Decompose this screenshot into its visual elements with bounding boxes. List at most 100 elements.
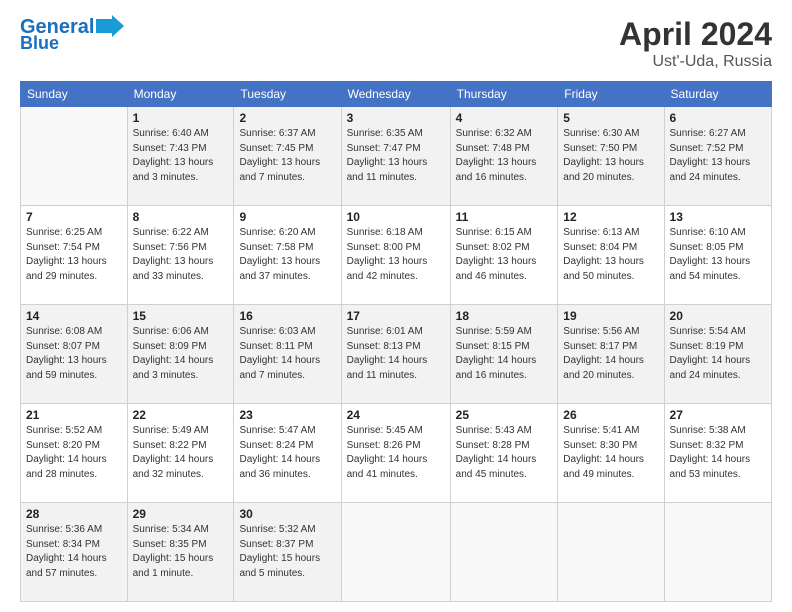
calendar-cell: 13 Sunrise: 6:10 AMSunset: 8:05 PMDayligh… — [664, 206, 771, 305]
day-number: 12 — [563, 210, 658, 224]
calendar-cell: 24 Sunrise: 5:45 AMSunset: 8:26 PMDayligh… — [341, 404, 450, 503]
calendar-cell: 17 Sunrise: 6:01 AMSunset: 8:13 PMDayligh… — [341, 305, 450, 404]
day-number: 22 — [133, 408, 229, 422]
day-number: 7 — [26, 210, 122, 224]
calendar-cell — [450, 503, 558, 602]
day-number: 14 — [26, 309, 122, 323]
day-info: Sunrise: 5:47 AMSunset: 8:24 PMDaylight:… — [239, 425, 320, 480]
day-number: 6 — [670, 111, 766, 125]
day-number: 21 — [26, 408, 122, 422]
day-header: Friday — [558, 82, 664, 107]
day-number: 2 — [239, 111, 335, 125]
day-header: Sunday — [21, 82, 128, 107]
day-number: 19 — [563, 309, 658, 323]
day-info: Sunrise: 5:59 AMSunset: 8:15 PMDaylight:… — [456, 326, 537, 381]
title-area: April 2024 Ust'-Uda, Russia — [619, 16, 772, 71]
day-info: Sunrise: 5:52 AMSunset: 8:20 PMDaylight:… — [26, 425, 107, 480]
calendar-cell: 9Sunrise: 6:20 AMSunset: 7:58 PMDaylight… — [234, 206, 341, 305]
calendar-cell: 8 Sunrise: 6:22 AMSunset: 7:56 PMDaylight… — [127, 206, 234, 305]
day-number: 1 — [133, 111, 229, 125]
calendar-cell: 15 Sunrise: 6:06 AMSunset: 8:09 PMDayligh… — [127, 305, 234, 404]
day-info: Sunrise: 6:10 AMSunset: 8:05 PMDaylight:… — [670, 227, 751, 282]
calendar-cell: 29 Sunrise: 5:34 AMSunset: 8:35 PMDayligh… — [127, 503, 234, 602]
day-number: 16 — [239, 309, 335, 323]
day-info: Sunrise: 6:37 AMSunset: 7:45 PMDaylight:… — [239, 128, 320, 183]
calendar-cell: 28 Sunrise: 5:36 AMSunset: 8:34 PMDayligh… — [21, 503, 128, 602]
day-header: Monday — [127, 82, 234, 107]
day-info: Sunrise: 6:15 AMSunset: 8:02 PMDaylight:… — [456, 227, 537, 282]
day-info: Sunrise: 5:49 AMSunset: 8:22 PMDaylight:… — [133, 425, 214, 480]
day-number: 15 — [133, 309, 229, 323]
calendar-cell: 11 Sunrise: 6:15 AMSunset: 8:02 PMDayligh… — [450, 206, 558, 305]
day-number: 25 — [456, 408, 553, 422]
day-info: Sunrise: 5:32 AMSunset: 8:37 PMDaylight:… — [239, 524, 320, 579]
logo-arrow-icon — [96, 15, 124, 37]
day-info: Sunrise: 5:54 AMSunset: 8:19 PMDaylight:… — [670, 326, 751, 381]
calendar-cell: 5 Sunrise: 6:30 AMSunset: 7:50 PMDaylight… — [558, 107, 664, 206]
day-number: 28 — [26, 507, 122, 521]
day-number: 13 — [670, 210, 766, 224]
day-info: Sunrise: 5:56 AMSunset: 8:17 PMDaylight:… — [563, 326, 644, 381]
day-number: 18 — [456, 309, 553, 323]
page: General Blue April 2024 Ust'-Uda, Russia… — [0, 0, 792, 612]
calendar-cell: 20 Sunrise: 5:54 AMSunset: 8:19 PMDayligh… — [664, 305, 771, 404]
day-info: Sunrise: 5:34 AMSunset: 8:35 PMDaylight:… — [133, 524, 214, 579]
calendar-cell — [21, 107, 128, 206]
calendar-cell: 26 Sunrise: 5:41 AMSunset: 8:30 PMDayligh… — [558, 404, 664, 503]
day-info: Sunrise: 5:45 AMSunset: 8:26 PMDaylight:… — [347, 425, 428, 480]
day-number: 8 — [133, 210, 229, 224]
day-info: Sunrise: 6:27 AMSunset: 7:52 PMDaylight:… — [670, 128, 751, 183]
calendar-cell: 6 Sunrise: 6:27 AMSunset: 7:52 PMDaylight… — [664, 107, 771, 206]
day-number: 27 — [670, 408, 766, 422]
day-info: Sunrise: 5:41 AMSunset: 8:30 PMDaylight:… — [563, 425, 644, 480]
day-info: Sunrise: 6:18 AMSunset: 8:00 PMDaylight:… — [347, 227, 428, 282]
calendar-cell: 3Sunrise: 6:35 AMSunset: 7:47 PMDaylight… — [341, 107, 450, 206]
day-info: Sunrise: 6:06 AMSunset: 8:09 PMDaylight:… — [133, 326, 214, 381]
calendar-cell: 25 Sunrise: 5:43 AMSunset: 8:28 PMDayligh… — [450, 404, 558, 503]
day-info: Sunrise: 6:01 AMSunset: 8:13 PMDaylight:… — [347, 326, 428, 381]
day-number: 11 — [456, 210, 553, 224]
day-info: Sunrise: 6:30 AMSunset: 7:50 PMDaylight:… — [563, 128, 644, 183]
calendar-cell: 1 Sunrise: 6:40 AMSunset: 7:43 PMDaylight… — [127, 107, 234, 206]
calendar-cell: 21 Sunrise: 5:52 AMSunset: 8:20 PMDayligh… — [21, 404, 128, 503]
day-info: Sunrise: 5:36 AMSunset: 8:34 PMDaylight:… — [26, 524, 107, 579]
calendar-cell: 22 Sunrise: 5:49 AMSunset: 8:22 PMDayligh… — [127, 404, 234, 503]
day-number: 9 — [239, 210, 335, 224]
logo: General Blue — [20, 16, 124, 54]
day-info: Sunrise: 6:40 AMSunset: 7:43 PMDaylight:… — [133, 128, 214, 183]
day-info: Sunrise: 6:08 AMSunset: 8:07 PMDaylight:… — [26, 326, 107, 381]
calendar-cell — [341, 503, 450, 602]
day-number: 4 — [456, 111, 553, 125]
calendar-cell: 2 Sunrise: 6:37 AMSunset: 7:45 PMDaylight… — [234, 107, 341, 206]
day-info: Sunrise: 5:38 AMSunset: 8:32 PMDaylight:… — [670, 425, 751, 480]
calendar: SundayMondayTuesdayWednesdayThursdayFrid… — [20, 81, 772, 602]
day-number: 29 — [133, 507, 229, 521]
calendar-cell: 23Sunrise: 5:47 AMSunset: 8:24 PMDayligh… — [234, 404, 341, 503]
calendar-cell: 16 Sunrise: 6:03 AMSunset: 8:11 PMDayligh… — [234, 305, 341, 404]
day-number: 26 — [563, 408, 658, 422]
day-number: 24 — [347, 408, 445, 422]
day-info: Sunrise: 6:22 AMSunset: 7:56 PMDaylight:… — [133, 227, 214, 282]
day-number: 20 — [670, 309, 766, 323]
day-number: 5 — [563, 111, 658, 125]
day-info: Sunrise: 6:25 AMSunset: 7:54 PMDaylight:… — [26, 227, 107, 282]
day-number: 17 — [347, 309, 445, 323]
day-info: Sunrise: 5:43 AMSunset: 8:28 PMDaylight:… — [456, 425, 537, 480]
day-header: Thursday — [450, 82, 558, 107]
logo-blue-text: Blue — [20, 34, 59, 54]
calendar-cell — [558, 503, 664, 602]
day-number: 10 — [347, 210, 445, 224]
day-header: Tuesday — [234, 82, 341, 107]
calendar-cell: 18 Sunrise: 5:59 AMSunset: 8:15 PMDayligh… — [450, 305, 558, 404]
calendar-cell: 19 Sunrise: 5:56 AMSunset: 8:17 PMDayligh… — [558, 305, 664, 404]
day-number: 3 — [347, 111, 445, 125]
calendar-cell: 12Sunrise: 6:13 AMSunset: 8:04 PMDayligh… — [558, 206, 664, 305]
calendar-cell: 4Sunrise: 6:32 AMSunset: 7:48 PMDaylight… — [450, 107, 558, 206]
calendar-cell: 30Sunrise: 5:32 AMSunset: 8:37 PMDayligh… — [234, 503, 341, 602]
header: General Blue April 2024 Ust'-Uda, Russia — [20, 16, 772, 71]
calendar-cell: 7 Sunrise: 6:25 AMSunset: 7:54 PMDaylight… — [21, 206, 128, 305]
calendar-cell: 10 Sunrise: 6:18 AMSunset: 8:00 PMDayligh… — [341, 206, 450, 305]
month-title: April 2024 — [619, 16, 772, 53]
day-info: Sunrise: 6:03 AMSunset: 8:11 PMDaylight:… — [239, 326, 320, 381]
day-header: Wednesday — [341, 82, 450, 107]
